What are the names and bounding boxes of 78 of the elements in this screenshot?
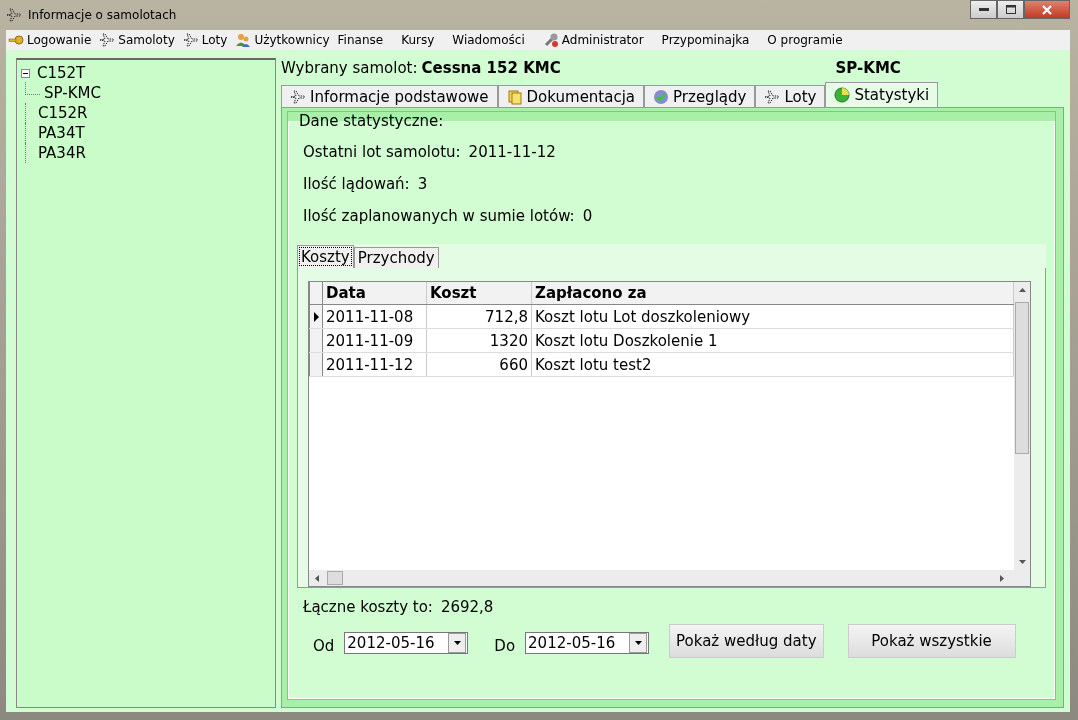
menu-item[interactable]: Finanse (337, 33, 384, 47)
scroll-left-icon[interactable] (315, 574, 319, 582)
tab[interactable]: Koszty (297, 245, 354, 268)
menu-item[interactable]: Użytkownicy (235, 32, 330, 48)
maximize-button[interactable] (997, 0, 1024, 19)
tab[interactable]: Dokumentacja (497, 85, 645, 107)
aircraft-registration: SP-KMC (835, 59, 901, 77)
total-value: 2692,8 (440, 598, 494, 616)
table-cell: 712,8 (427, 305, 532, 328)
scrollbar-thumb[interactable] (327, 571, 343, 585)
from-label: Od (312, 637, 335, 655)
menu-item[interactable]: O programie (767, 33, 843, 47)
stat-label: Ilość zaplanowanych w sumie lotów: (303, 207, 575, 225)
pie-chart-icon (834, 87, 851, 103)
menu-item[interactable]: Przypominajka (661, 33, 750, 47)
menu-item[interactable]: Loty (182, 32, 228, 48)
window-title: Informacje o samolotach (28, 8, 177, 22)
close-icon (1042, 4, 1052, 15)
filter-by-date-button[interactable]: Pokaż według daty (669, 624, 824, 658)
dropdown-caret-icon[interactable] (453, 641, 461, 645)
tree-item[interactable]: PA34R (36, 144, 88, 162)
stat-label: Ostatni lot samolotu: (303, 143, 461, 161)
tab[interactable]: Informacje podstawowe (281, 85, 498, 107)
table-cell: 1320 (427, 329, 532, 352)
table-cell: 2011-11-08 (323, 305, 427, 328)
close-button[interactable] (1024, 0, 1070, 19)
users-icon (235, 32, 252, 48)
minimize-button[interactable] (970, 0, 997, 19)
vertical-scrollbar[interactable] (1014, 282, 1030, 570)
to-date-picker[interactable]: 2012-05-16 (525, 632, 650, 654)
stat-value: 2011-11-12 (468, 143, 556, 161)
to-label: Do (493, 637, 516, 655)
aircraft-name: Cessna 152 KMC (421, 59, 562, 77)
scroll-up-icon[interactable] (1018, 288, 1026, 292)
tree-item[interactable]: C152R (36, 104, 90, 122)
scroll-down-icon[interactable] (1018, 560, 1026, 564)
table-cell: 2011-11-12 (323, 353, 427, 376)
selected-aircraft-label: Wybrany samolot: (281, 59, 418, 77)
tab[interactable]: Przychody (353, 247, 439, 268)
key-icon (8, 32, 24, 48)
total-label: Łączne koszty to: (303, 598, 433, 616)
checkmark-icon (653, 88, 670, 105)
airplane-icon (182, 32, 199, 48)
stat-value: 0 (582, 207, 593, 225)
dropdown-caret-icon[interactable] (634, 641, 642, 645)
maximize-icon (1005, 5, 1016, 14)
tab[interactable]: Przeglądy (644, 85, 756, 107)
tab[interactable]: Loty (755, 85, 826, 107)
stat-label: Ilość lądowań: (303, 175, 410, 193)
table-cell: 660 (427, 353, 532, 376)
airplane-icon (99, 32, 116, 48)
menu-item[interactable]: Wiadomości (452, 33, 525, 47)
tree-item[interactable]: C152T (35, 64, 88, 82)
airplane-icon (764, 88, 781, 105)
documents-icon (506, 88, 523, 105)
airplane-icon (6, 7, 22, 23)
from-date-picker[interactable]: 2012-05-16 (344, 632, 469, 654)
menu-item[interactable]: Administrator (542, 32, 644, 48)
menu-item[interactable]: Samoloty (99, 32, 175, 48)
tab[interactable]: Statystyki (825, 82, 939, 107)
row-header[interactable] (309, 305, 323, 328)
column-header[interactable]: Data (323, 282, 427, 304)
minimize-icon (978, 7, 989, 12)
wrench-icon (542, 32, 559, 48)
stat-value: 3 (417, 175, 428, 193)
show-all-button[interactable]: Pokaż wszystkie (847, 624, 1016, 658)
current-row-icon (313, 311, 319, 322)
tree-item[interactable]: PA34T (36, 124, 87, 142)
menu-item[interactable]: Logowanie (8, 32, 92, 48)
column-header[interactable]: Koszt (427, 282, 532, 304)
airplane-icon (290, 88, 306, 105)
horizontal-scrollbar[interactable] (309, 570, 1030, 586)
menu-item[interactable]: Kursy (401, 33, 435, 47)
scroll-right-icon[interactable] (1000, 574, 1004, 582)
group-title: Dane statystyczne: (298, 112, 445, 130)
table-cell: 2011-11-09 (323, 329, 427, 352)
tree-item[interactable]: SP-KMC (42, 84, 103, 102)
scrollbar-thumb[interactable] (1015, 302, 1029, 454)
